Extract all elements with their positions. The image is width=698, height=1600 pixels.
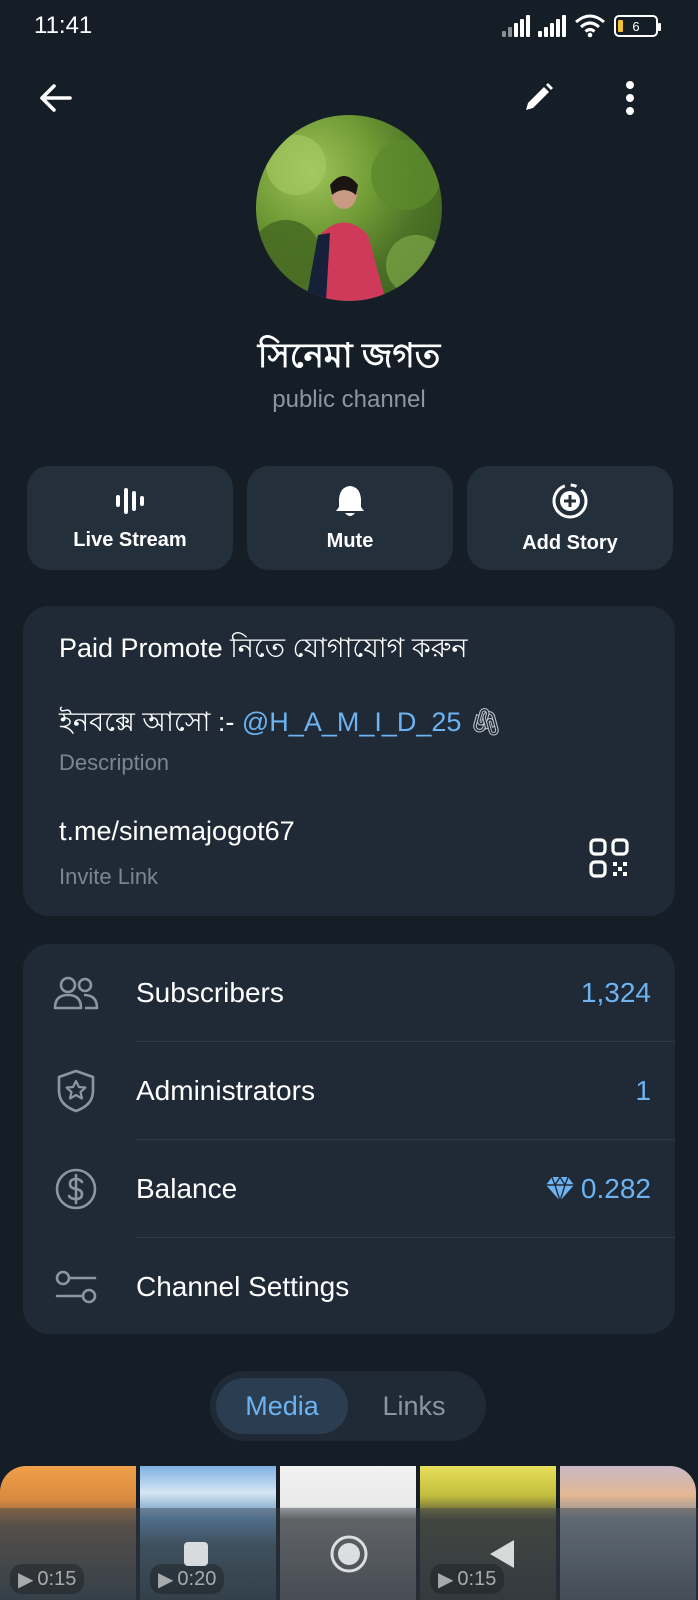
- dollar-circle-icon: [53, 1168, 99, 1210]
- qr-code-button[interactable]: [587, 836, 631, 880]
- back-button[interactable]: [27, 70, 83, 126]
- add-story-label: Add Story: [522, 531, 618, 554]
- channel-type: public channel: [272, 386, 426, 413]
- back-nav-button[interactable]: [472, 1524, 532, 1584]
- users-icon: [53, 972, 99, 1014]
- avatar-photo: [256, 135, 442, 301]
- shield-star-icon: [53, 1069, 99, 1113]
- tab-media[interactable]: Media: [216, 1378, 348, 1434]
- balance-row[interactable]: Balance 0.282: [23, 1140, 675, 1238]
- home-button[interactable]: [319, 1524, 379, 1584]
- status-time: 11:41: [34, 12, 93, 39]
- description-label: Description: [59, 750, 170, 775]
- more-vertical-icon: [626, 81, 634, 115]
- subscribers-row[interactable]: Subscribers 1,324: [23, 944, 675, 1042]
- qr-code-icon: [589, 838, 629, 878]
- administrators-row[interactable]: Administrators 1: [23, 1042, 675, 1140]
- description-line-1: Paid Promote নিতে যোগাযোগ করুন: [59, 633, 468, 663]
- status-icons: 6: [502, 14, 661, 38]
- battery-icon: 6: [614, 15, 661, 37]
- settings-sliders-icon: [53, 1266, 99, 1308]
- invite-link-label: Invite Link: [59, 864, 159, 889]
- wifi-icon: [575, 14, 605, 38]
- channel-settings-label: Channel Settings: [136, 1271, 350, 1302]
- status-bar: 11:41 6: [0, 0, 698, 52]
- live-stream-button[interactable]: Live Stream: [27, 466, 233, 570]
- bell-icon: [336, 485, 364, 516]
- action-buttons: Live Stream Mute Add Story: [27, 466, 673, 570]
- paperclip-emoji: 🖇: [468, 707, 504, 737]
- channel-stats-card: Subscribers 1,324 Administrators 1 Balan…: [23, 944, 675, 1334]
- channel-avatar[interactable]: [256, 115, 442, 301]
- balance-value: 0.282: [545, 1173, 651, 1205]
- mention-link[interactable]: @H_A_M_I_D_25: [242, 707, 462, 737]
- administrators-count: 1: [635, 1075, 651, 1106]
- description-prefix: ইনবক্সে আসো :-: [59, 707, 242, 737]
- signal-icon: [502, 15, 530, 37]
- battery-level: 6: [632, 18, 640, 34]
- back-arrow-icon: [40, 84, 72, 112]
- edit-button[interactable]: [510, 70, 566, 126]
- subscribers-count: 1,324: [580, 977, 651, 1008]
- invite-link[interactable]: t.me/sinemajogot67: [59, 816, 295, 847]
- subscribers-label: Subscribers: [136, 977, 284, 1008]
- add-story-icon: [552, 483, 588, 518]
- tab-links[interactable]: Links: [348, 1378, 480, 1434]
- media-tabs: Media Links: [210, 1371, 486, 1441]
- triangle-back-icon: [489, 1540, 514, 1568]
- channel-name: সিনেমা জগত: [257, 337, 441, 375]
- signal-icon-2: [538, 15, 566, 37]
- system-navigation-bar: [0, 1508, 698, 1600]
- description-line-2: ইনবক্সে আসো :- @H_A_M_I_D_25 🖇: [59, 702, 503, 747]
- diamond-icon: [545, 1176, 574, 1202]
- recents-button[interactable]: [166, 1524, 226, 1584]
- more-options-button[interactable]: [602, 70, 658, 126]
- square-icon: [184, 1542, 209, 1566]
- mute-label: Mute: [326, 529, 374, 552]
- pencil-icon: [526, 83, 553, 110]
- live-stream-icon: [116, 487, 144, 514]
- balance-label: Balance: [136, 1173, 238, 1204]
- balance-amount: 0.282: [580, 1173, 651, 1204]
- channel-info-card: Paid Promote নিতে যোগাযোগ করুন ইনবক্সে আ…: [23, 606, 675, 916]
- administrators-label: Administrators: [136, 1075, 315, 1106]
- mute-button[interactable]: Mute: [247, 466, 453, 570]
- channel-settings-row[interactable]: Channel Settings: [23, 1238, 675, 1336]
- home-circle-icon: [330, 1535, 368, 1573]
- live-stream-label: Live Stream: [73, 528, 187, 551]
- add-story-button[interactable]: Add Story: [467, 466, 673, 570]
